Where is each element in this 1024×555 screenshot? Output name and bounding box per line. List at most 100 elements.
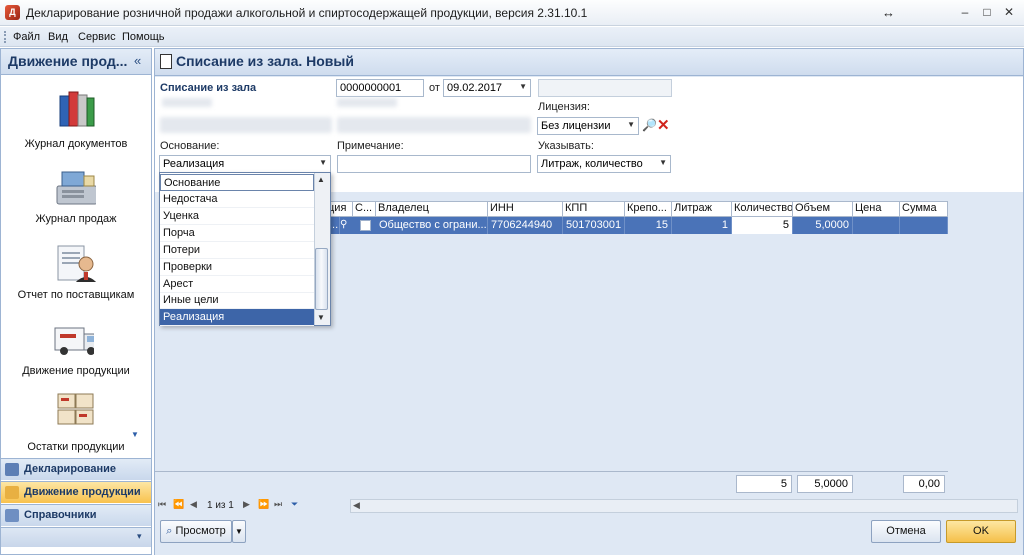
next-block-icon[interactable]: ⏩ <box>258 499 269 510</box>
clear-icon[interactable]: ✕ <box>657 116 670 134</box>
price-cell <box>853 217 900 234</box>
chevron-down-icon: ▼ <box>627 120 635 129</box>
chevron-down-icon: ▾ <box>137 531 142 541</box>
menu-view[interactable]: Вид <box>48 31 68 43</box>
dropdown-item[interactable]: Проверки <box>160 259 314 276</box>
window-title: Декларирование розничной продажи алкогол… <box>26 6 588 20</box>
column-header[interactable]: Сумма <box>900 201 948 217</box>
scroll-left-icon[interactable]: ◀ <box>353 500 360 511</box>
preview-button[interactable]: ⌕ Просмотр <box>160 520 232 543</box>
column-header[interactable]: Владелец <box>376 201 488 217</box>
document-status-field <box>538 79 672 97</box>
column-header[interactable]: Цена <box>853 201 900 217</box>
page-indicator: 1 из 1 <box>207 500 234 511</box>
nav-scroll-down-icon[interactable]: ▼ <box>131 430 139 439</box>
license-label: Лицензия: <box>538 101 590 113</box>
dropdown-item[interactable]: Порча <box>160 225 314 242</box>
horizontal-scrollbar[interactable] <box>350 499 1018 513</box>
license-select[interactable]: Без лицензии ▼ <box>537 117 639 135</box>
maximize-button[interactable]: □ <box>977 4 997 20</box>
cash-register-icon <box>56 171 96 205</box>
total-qty: 5 <box>736 475 792 493</box>
ok-button[interactable]: OK <box>946 520 1016 543</box>
total-volume: 5,0000 <box>797 475 853 493</box>
filter-icon[interactable]: ⏷ <box>291 499 298 510</box>
first-page-icon[interactable]: ⏮ <box>158 499 166 510</box>
supplier-report-icon <box>57 245 96 282</box>
date-from-label: от <box>429 82 440 94</box>
dropdown-item[interactable]: Уценка <box>160 208 314 225</box>
column-header[interactable]: Крепо... <box>625 201 672 217</box>
folder-icon <box>5 486 19 499</box>
document-title: Списание из зала. Новый <box>176 53 354 69</box>
minimize-button[interactable]: – <box>955 4 975 20</box>
nav-tile-sales-label: Журнал продаж <box>35 213 117 225</box>
nav-tile-stock-label: Остатки продукции <box>27 441 125 453</box>
chevron-down-icon: ▼ <box>319 158 327 167</box>
column-header[interactable]: Объем <box>793 201 853 217</box>
menu-grip <box>4 31 6 43</box>
lookup-icon[interactable]: ⚲ <box>340 219 347 230</box>
nav-section-references-label: Справочники <box>24 509 97 521</box>
resize-icon[interactable]: ↔ <box>882 5 895 20</box>
note-label: Примечание: <box>337 140 404 152</box>
nav-section-movement-label: Движение продукции <box>24 486 141 498</box>
total-sum: 0,00 <box>903 475 945 493</box>
menu-file[interactable]: Файл <box>13 31 40 43</box>
prev-page-icon[interactable]: ◀ <box>190 499 197 510</box>
close-button[interactable]: ✕ <box>999 4 1019 20</box>
menu-service[interactable]: Сервис <box>78 31 116 43</box>
dropdown-item[interactable]: Арест <box>160 276 314 293</box>
nav-tile-supplier-report-label: Отчет по поставщикам <box>17 289 135 301</box>
last-page-icon[interactable]: ⏭ <box>274 499 282 510</box>
preview-dropdown-button[interactable]: ▼ <box>232 520 246 543</box>
dropdown-item[interactable]: Потери <box>160 242 314 259</box>
column-header[interactable]: КПП <box>563 201 625 217</box>
document-number-field[interactable]: 0000000001 <box>336 79 424 97</box>
calendar-icon <box>5 463 19 476</box>
owner-cell: Общество с ограни... <box>376 217 488 234</box>
nav-more-row[interactable]: ▾ <box>1 527 151 547</box>
note-field[interactable] <box>337 155 531 173</box>
nav-section-declaration[interactable]: Декларирование <box>1 458 151 480</box>
app-icon: Д <box>5 5 20 20</box>
dropdown-item[interactable]: Основание <box>160 174 314 191</box>
dropdown-scroll-thumb[interactable] <box>315 248 328 310</box>
menu-help[interactable]: Помощь <box>122 31 165 43</box>
sum-cell <box>900 217 948 234</box>
column-header[interactable]: Количество <box>732 201 793 217</box>
column-header[interactable]: С... <box>353 201 376 217</box>
kpp-cell: 501703001 <box>563 217 625 234</box>
scroll-down-icon[interactable]: ▼ <box>317 313 325 322</box>
date-field[interactable]: 09.02.2017 ▼ <box>443 79 531 97</box>
nav-section-references[interactable]: Справочники <box>1 504 151 526</box>
nav-section-movement[interactable]: Движение продукции <box>1 481 151 503</box>
search-icon[interactable]: 🔎 <box>642 118 657 132</box>
license-value: Без лицензии <box>541 120 611 132</box>
doc-checkbox-icon[interactable] <box>360 220 371 231</box>
nav-section-declaration-label: Декларирование <box>24 463 117 475</box>
nav-tile-movement-label: Движение продукции <box>22 365 130 377</box>
dropdown-item[interactable]: Иные цели <box>160 292 314 309</box>
delivery-van-icon <box>54 327 94 355</box>
collapse-icon[interactable]: « <box>134 53 141 68</box>
nav-title: Движение прод... <box>8 53 128 69</box>
cancel-button[interactable]: Отмена <box>871 520 941 543</box>
scroll-up-icon[interactable]: ▲ <box>317 175 325 184</box>
dropdown-item-selected[interactable]: Реализация <box>160 309 314 326</box>
next-page-icon[interactable]: ▶ <box>243 499 250 510</box>
qty-cell[interactable]: 5 <box>732 217 793 234</box>
books-icon <box>59 91 95 127</box>
column-header[interactable]: ИНН <box>488 201 563 217</box>
specify-select[interactable]: Литраж, количество ▼ <box>537 155 671 173</box>
prev-block-icon[interactable]: ⏪ <box>173 499 184 510</box>
column-header[interactable]: Литраж <box>672 201 732 217</box>
stock-boxes-icon <box>57 393 94 425</box>
specify-value: Литраж, количество <box>541 158 643 170</box>
dropdown-item[interactable]: Недостача <box>160 191 314 208</box>
inn-cell: 7706244940 <box>488 217 563 234</box>
reason-select[interactable]: Реализация ▼ <box>159 155 331 173</box>
document-icon <box>160 54 172 69</box>
magnifier-icon: ⌕ <box>166 525 173 537</box>
blurred-field <box>337 117 531 133</box>
